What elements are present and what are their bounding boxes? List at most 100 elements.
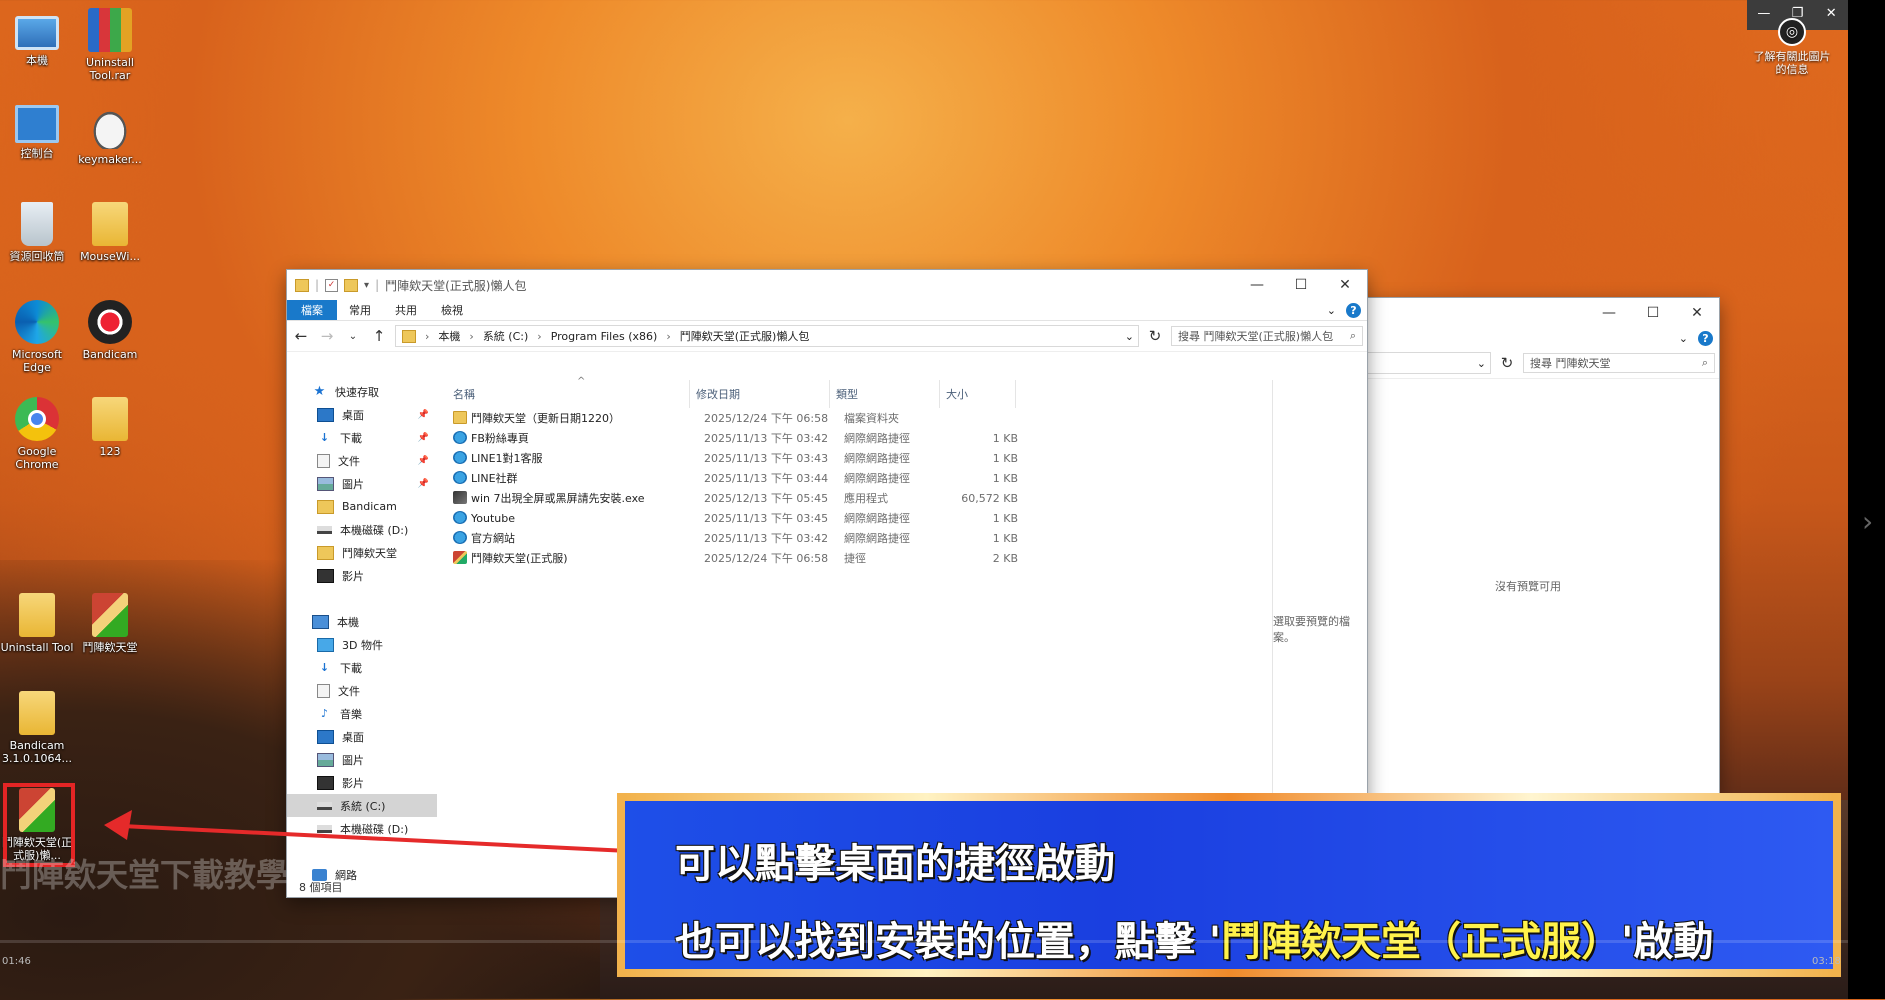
tab-view[interactable]: 檢視 — [429, 300, 475, 320]
customize-qat-icon[interactable]: ▾ — [364, 280, 369, 291]
file-name: Youtube — [471, 512, 515, 525]
col-size[interactable]: 大小 — [940, 380, 1016, 408]
desktop-icon[interactable]: Google Chrome — [0, 397, 74, 471]
desktop-icon[interactable]: 鬥陣欸天堂 — [73, 593, 147, 654]
crumb-program-files[interactable]: Program Files (x86) — [551, 330, 658, 343]
pin-icon[interactable]: 📌 — [418, 433, 429, 443]
nav-item[interactable]: 本機磁碟 (D:) — [287, 518, 437, 541]
nav-item[interactable]: ↓ 下載 📌 — [287, 426, 437, 449]
recent-dropdown-icon[interactable]: ⌄ — [343, 331, 363, 342]
back-arrow-icon[interactable]: ← — [291, 327, 311, 345]
desktop-icon-label: 鬥陣欸天堂 — [82, 641, 138, 654]
col-type[interactable]: 類型 — [830, 380, 940, 408]
desktop-icon-label: Bandicam 3.1.0.1064... — [2, 739, 72, 765]
nav-item[interactable]: 3D 物件 — [287, 633, 437, 656]
search-input[interactable]: 搜尋 鬥陣欸天堂(正式服)懶人包 ⌕ — [1171, 326, 1363, 346]
close-button[interactable]: ✕ — [1323, 277, 1367, 293]
nav-item[interactable]: 圖片 📌 — [287, 472, 437, 495]
ribbon-expand-icon[interactable]: ⌄ — [1679, 332, 1688, 345]
properties-icon[interactable]: ✓ — [325, 278, 339, 292]
nav-drv-icon — [317, 525, 332, 534]
nav-pic-icon — [317, 476, 334, 491]
nav-item-label: 圖片 — [342, 753, 364, 767]
breadcrumb[interactable]: › 本機 › 系統 (C:) › Program Files (x86) › 鬥… — [395, 325, 1139, 347]
desktop-icon[interactable]: Microsoft Edge — [0, 300, 74, 374]
col-name[interactable]: 名稱 — [439, 380, 690, 408]
annotation-arrow — [104, 810, 649, 854]
back-close-button[interactable]: ✕ — [1675, 305, 1719, 321]
tab-share[interactable]: 共用 — [383, 300, 429, 320]
back-minimize-button[interactable]: — — [1587, 305, 1631, 321]
nav-item[interactable]: ★ 快速存取 — [287, 380, 437, 403]
file-row[interactable]: 官方網站 2025/11/13 下午 03:42 網際網路捷徑 1 KB — [447, 528, 1367, 548]
tab-file[interactable]: 檔案 — [287, 300, 337, 320]
maximize-button[interactable]: ☐ — [1279, 277, 1323, 293]
quick-access-toolbar: | ✓ ▾ | 鬥陣欸天堂(正式服)懶人包 — [287, 277, 527, 294]
ribbon-expand-icon[interactable]: ⌄ — [1327, 304, 1336, 317]
address-dropdown-icon[interactable]: ⌄ — [1125, 330, 1138, 343]
crumb-c-drive[interactable]: 系統 (C:) — [483, 328, 528, 344]
nav-item[interactable]: 圖片 — [287, 748, 437, 771]
file-name: LINE1對1客服 — [471, 452, 543, 465]
forward-arrow-icon[interactable]: → — [317, 327, 337, 345]
nav-item[interactable]: ♪ 音樂 — [287, 702, 437, 725]
tab-home[interactable]: 常用 — [337, 300, 383, 320]
nav-item[interactable]: 影片 — [287, 564, 437, 587]
crumb-current-folder[interactable]: 鬥陣欸天堂(正式服)懶人包 — [680, 328, 810, 344]
video-timeline[interactable] — [0, 940, 1848, 943]
file-date: 2025/12/24 下午 06:58 — [704, 412, 829, 425]
col-date[interactable]: 修改日期 — [690, 380, 830, 408]
nav-item[interactable]: 本機 — [287, 610, 437, 633]
file-row[interactable]: LINE社群 2025/11/13 下午 03:44 網際網路捷徑 1 KB — [447, 468, 1367, 488]
desktop-icon[interactable]: 123 — [73, 397, 147, 458]
desktop-icon[interactable]: MouseWi... — [73, 202, 147, 263]
next-chevron-icon[interactable]: › — [1862, 505, 1873, 538]
file-row[interactable]: win 7出現全屏或黑屏請先安裝.exe 2025/12/13 下午 05:45 應… — [447, 488, 1367, 508]
nav-item-label: 影片 — [342, 776, 364, 790]
nav-star-icon: ★ — [313, 384, 326, 399]
file-row[interactable]: 鬥陣欸天堂（更新日期1220） 2025/12/24 下午 06:58 檔案資料夾 — [447, 408, 1367, 428]
refresh-icon[interactable]: ↻ — [1145, 327, 1165, 345]
nav-item[interactable]: 文件 — [287, 679, 437, 702]
desktop-icon[interactable]: Bandicam 3.1.0.1064... — [0, 691, 74, 765]
nav-item[interactable]: 鬥陣欸天堂 — [287, 541, 437, 564]
crumb-pc[interactable]: 本機 — [438, 328, 460, 344]
up-arrow-icon[interactable]: ↑ — [369, 327, 389, 345]
desktop-icon[interactable]: keymaker... — [73, 105, 147, 166]
image-info-button[interactable]: ◎ 了解有關此圖片的信息 — [1749, 18, 1835, 76]
desktop-icon[interactable]: Uninstall Tool.rar — [73, 8, 147, 82]
file-row[interactable]: LINE1對1客服 2025/11/13 下午 03:43 網際網路捷徑 1 KB — [447, 448, 1367, 468]
image-info-label: 了解有關此圖片的信息 — [1753, 50, 1831, 76]
file-date: 2025/11/13 下午 03:42 — [704, 532, 829, 545]
refresh-icon[interactable]: ↻ — [1497, 354, 1517, 372]
nav-item[interactable]: Bandicam — [287, 495, 437, 518]
help-icon[interactable]: ? — [1698, 330, 1713, 346]
new-folder-icon[interactable] — [344, 278, 359, 292]
nav-item[interactable]: 文件 📌 — [287, 449, 437, 472]
file-name: 鬥陣欸天堂(正式服) — [471, 552, 568, 565]
desktop-icon[interactable]: 本機 — [0, 8, 74, 67]
pin-icon[interactable]: 📌 — [418, 410, 429, 420]
desktop-icon[interactable]: 資源回收筒 — [0, 202, 74, 263]
pin-icon[interactable]: 📌 — [418, 456, 429, 466]
nav-item-label: 影片 — [342, 569, 364, 583]
nav-item[interactable]: ↓ 下載 — [287, 656, 437, 679]
help-icon[interactable]: ? — [1346, 302, 1361, 318]
desktop-icon[interactable]: 控制台 — [0, 105, 74, 160]
nav-music-icon: ♪ — [320, 707, 329, 720]
file-type: 捷徑 — [844, 552, 866, 565]
desktop-icon[interactable]: Uninstall Tool — [0, 593, 74, 654]
file-row[interactable]: 鬥陣欸天堂(正式服) 2025/12/24 下午 06:58 捷徑 2 KB — [447, 548, 1367, 568]
pin-icon[interactable]: 📌 — [418, 479, 429, 489]
nav-item[interactable]: 影片 — [287, 771, 437, 794]
back-search-input[interactable]: 搜尋 鬥陣欸天堂 ⌕ — [1523, 353, 1715, 373]
minimize-button[interactable]: — — [1235, 277, 1279, 293]
back-maximize-button[interactable]: ☐ — [1631, 305, 1675, 321]
dropdown-icon[interactable]: ⌄ — [1477, 357, 1486, 370]
desktop-icon[interactable]: Bandicam — [73, 300, 147, 361]
nav-item-label: 文件 — [338, 454, 360, 468]
nav-item[interactable]: 桌面 — [287, 725, 437, 748]
nav-item[interactable]: 桌面 📌 — [287, 403, 437, 426]
file-row[interactable]: FB粉絲專頁 2025/11/13 下午 03:42 網際網路捷徑 1 KB — [447, 428, 1367, 448]
file-row[interactable]: Youtube 2025/11/13 下午 03:45 網際網路捷徑 1 KB — [447, 508, 1367, 528]
